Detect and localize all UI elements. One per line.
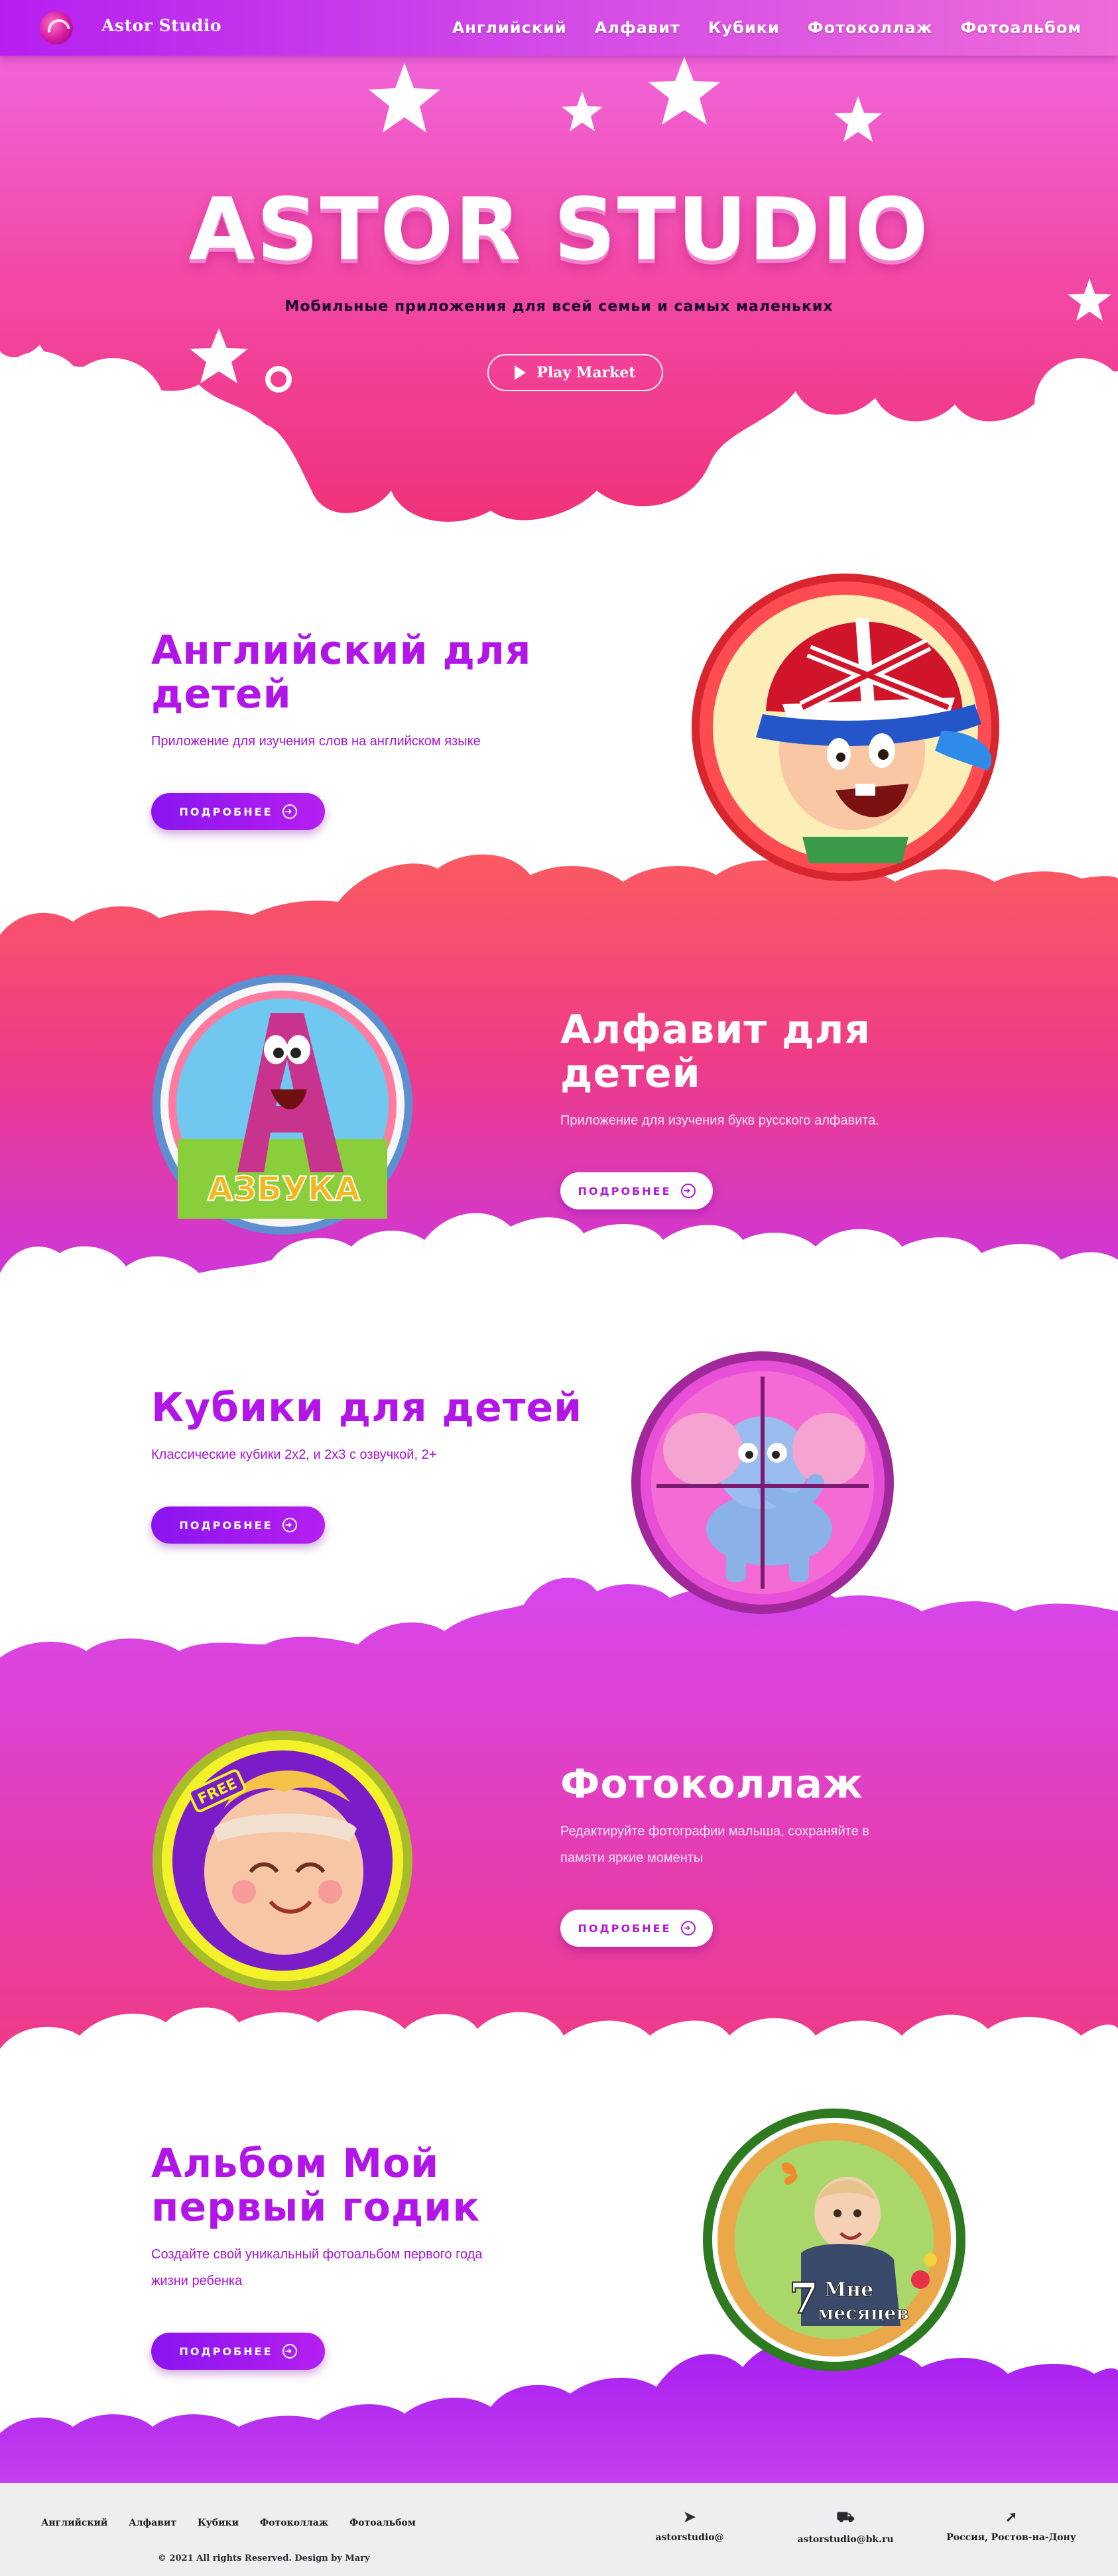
nav-menu: Английский Алфавит Кубики Фотоколлаж Фот… (452, 0, 1082, 56)
play-market-label: Play Market (536, 364, 636, 381)
app-description: Приложение для изучения слов на английск… (151, 734, 481, 749)
arrow-right-circle-icon: ➜ (680, 1184, 696, 1198)
contact-telegram[interactable]: ➤ astorstudio@ (623, 2508, 756, 2543)
app-cubes: Кубики для детей Классические кубики 2х2… (151, 1386, 615, 1544)
more-button[interactable]: ПОДРОБНЕЕ ➜ (151, 1506, 325, 1544)
baby-photo-frame-icon[interactable]: 7 Мне месяцев (702, 2107, 967, 2372)
play-market-button[interactable]: Play Market (487, 354, 663, 391)
footer-link-alphabet[interactable]: Алфавит (129, 2518, 176, 2528)
arrow-right-circle-icon: ➜ (282, 2344, 297, 2359)
contact-location: ➚ Россия, Ростов-на-Дону (935, 2508, 1087, 2543)
app-title: Альбом Мой первый годик (151, 2140, 481, 2231)
mail-truck-icon: ⛟ (836, 2508, 855, 2526)
footer-link-photo-collage[interactable]: Фотоколлаж (260, 2518, 328, 2528)
star-icon (562, 92, 603, 131)
app-english: Английский для детей Приложение для изуч… (151, 629, 615, 830)
footer-link-photo-album[interactable]: Фотоальбом (349, 2518, 416, 2528)
app-description: Редактируйте фотографии малыша, сохраняй… (560, 1824, 869, 1865)
more-button[interactable]: ПОДРОБНЕЕ ➜ (560, 1910, 713, 1947)
nav-item-english[interactable]: Английский (452, 19, 567, 37)
months-label-line2: месяцев (818, 2302, 909, 2324)
footer: Английский Алфавит Кубики Фотоколлаж Фот… (0, 2483, 1118, 2576)
logo-icon[interactable] (40, 11, 73, 44)
app-photo-collage: Фотоколлаж Редактируйте фотографии малыш… (560, 1762, 1025, 1947)
star-icon (369, 63, 440, 133)
app-description: Приложение для изучения букв русского ал… (560, 1113, 879, 1128)
play-icon (515, 365, 527, 380)
hero-section: ASTOR STUDIO Мобильные приложения для вс… (0, 0, 1118, 530)
nav-item-alphabet[interactable]: Алфавит (595, 19, 680, 37)
hero-title: ASTOR STUDIO (188, 179, 930, 280)
hero-subtitle: Мобильные приложения для всей семьи и са… (284, 298, 834, 315)
app-title: Английский для детей (151, 627, 532, 717)
footer-link-cubes[interactable]: Кубики (198, 2518, 239, 2528)
months-number: 7 (789, 2274, 819, 2323)
telegram-icon: ➤ (683, 2508, 696, 2526)
nav-item-cubes[interactable]: Кубики (708, 19, 780, 37)
navbar: Astor Studio Английский Алфавит Кубики Ф… (0, 0, 1118, 56)
ring-decoration (265, 366, 292, 393)
star-icon (649, 56, 720, 125)
footer-links: Английский Алфавит Кубики Фотоколлаж Фот… (41, 2518, 416, 2528)
more-button[interactable]: ПОДРОБНЕЕ ➜ (560, 1172, 713, 1209)
brand-name[interactable]: Astor Studio (101, 16, 221, 35)
more-button[interactable]: ПОДРОБНЕЕ ➜ (151, 2333, 325, 2370)
location-arrow-icon: ➚ (1005, 2508, 1018, 2526)
more-button[interactable]: ПОДРОБНЕЕ ➜ (151, 793, 325, 830)
arrow-right-circle-icon: ➜ (282, 804, 297, 819)
nav-item-photo-album[interactable]: Фотоальбом (961, 19, 1082, 37)
app-photo-album: Альбом Мой первый годик Создайте свой ун… (151, 2142, 629, 2370)
app-description: Классические кубики 2х2, и 2х3 с озвучко… (151, 1447, 437, 1462)
letter-a-character-icon[interactable]: АЗБУКА (151, 973, 414, 1236)
boy-with-british-cap-icon[interactable] (690, 572, 1001, 883)
app-title: Фотоколлаж (560, 1761, 863, 1808)
months-label-line1: Мне (824, 2278, 873, 2301)
arrow-right-circle-icon: ➜ (282, 1518, 297, 1532)
contact-email[interactable]: ⛟ astorstudio@bk.ru (779, 2508, 912, 2545)
app-title: Алфавит для детей (560, 1007, 871, 1097)
star-icon (834, 96, 882, 142)
copyright: © 2021 All rights Reserved. Design by Ma… (158, 2553, 370, 2563)
azbuka-label: АЗБУКА (208, 1170, 361, 1208)
footer-link-english[interactable]: Английский (41, 2518, 107, 2528)
elephant-puzzle-icon[interactable] (630, 1350, 895, 1615)
app-description: Создайте свой уникальный фотоальбом перв… (151, 2247, 483, 2288)
arrow-right-circle-icon: ➜ (680, 1921, 696, 1935)
nav-item-photo-collage[interactable]: Фотоколлаж (808, 19, 933, 37)
app-alphabet: Алфавит для детей Приложение для изучени… (560, 1008, 1025, 1209)
baby-face-icon[interactable]: FREE (151, 1729, 414, 1992)
app-title: Кубики для детей (151, 1384, 583, 1431)
star-icon (190, 328, 248, 383)
